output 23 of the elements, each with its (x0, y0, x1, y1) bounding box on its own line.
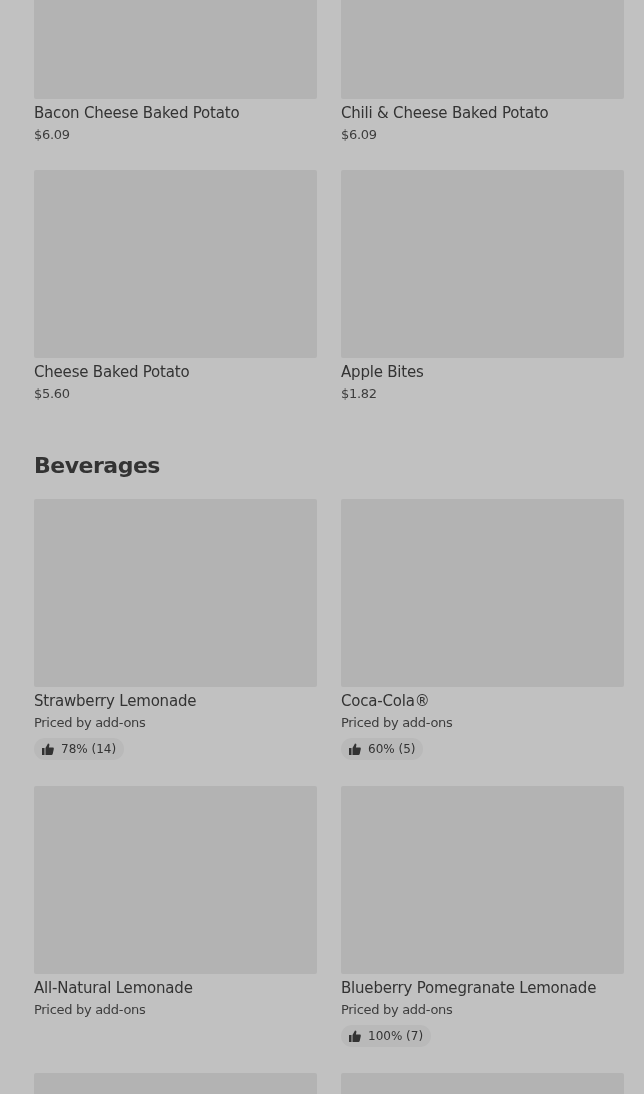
item-name[interactable]: Chili & Cheese Baked Potato (341, 103, 624, 123)
item-price: $1.82 (341, 385, 378, 403)
item-price: Priced by add-ons (34, 1001, 147, 1019)
item-name[interactable]: Apple Bites (341, 362, 624, 382)
section-heading: Beverages (34, 452, 161, 480)
rating-text: 60% (5) (368, 742, 416, 756)
item-price: Priced by add-ons (34, 714, 147, 732)
item-name[interactable]: Coca-Cola® (341, 691, 624, 711)
item-name[interactable]: Bacon Cheese Baked Potato (34, 103, 317, 123)
item-price: Priced by add-ons (341, 1001, 454, 1019)
rating-text: 78% (14) (61, 742, 117, 756)
item-name[interactable]: All-Natural Lemonade (34, 978, 317, 998)
item-name[interactable]: Blueberry Pomegranate Lemonade (341, 978, 624, 998)
thumbs-up-icon (349, 743, 361, 755)
thumbs-up-icon (42, 743, 54, 755)
item-price: $6.09 (341, 126, 378, 144)
rating-text: 100% (7) (368, 1029, 424, 1043)
item-price: Priced by add-ons (341, 714, 454, 732)
item-name[interactable]: Strawberry Lemonade (34, 691, 317, 711)
thumbs-up-icon (349, 1030, 361, 1042)
item-price: $6.09 (34, 126, 71, 144)
item-price: $5.60 (34, 385, 71, 403)
item-name[interactable]: Cheese Baked Potato (34, 362, 317, 382)
